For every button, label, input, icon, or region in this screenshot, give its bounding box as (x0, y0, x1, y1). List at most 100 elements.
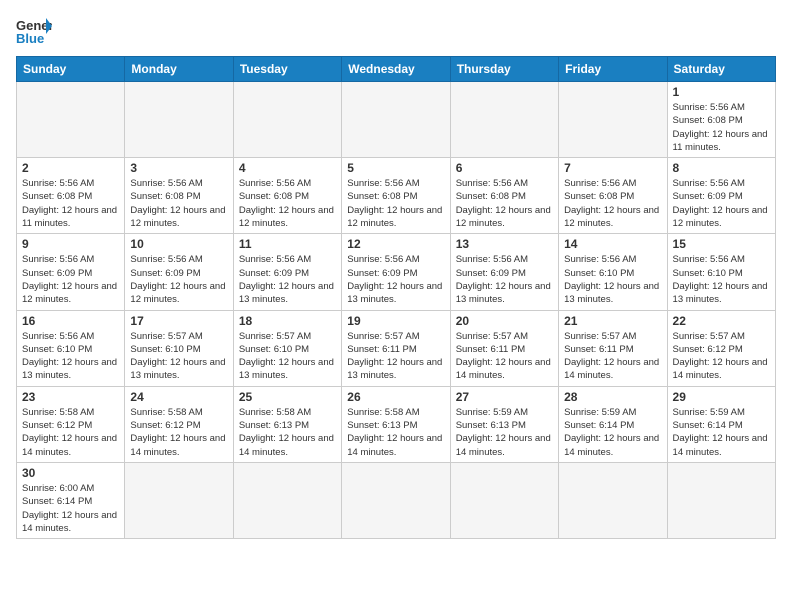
day-number: 5 (347, 161, 444, 175)
calendar-week-5: 23Sunrise: 5:58 AM Sunset: 6:12 PM Dayli… (17, 386, 776, 462)
calendar-day-cell: 14 Sunrise: 5:56 AM Sunset: 6:10 PM Dayli… (559, 234, 667, 310)
day-number: 28 (564, 390, 661, 404)
calendar-day-cell (17, 82, 125, 158)
calendar-day-cell (125, 82, 233, 158)
day-number: 7 (564, 161, 661, 175)
day-number: 25 (239, 390, 336, 404)
day-info: Sunrise: 5:56 AM Sunset: 6:08 PM Dayligh… (22, 177, 119, 230)
day-number: 6 (456, 161, 553, 175)
calendar-day-cell: 15Sunrise: 5:56 AM Sunset: 6:10 PM Dayli… (667, 234, 775, 310)
calendar-day-cell: 27 Sunrise: 5:59 AM Sunset: 6:13 PM Dayli… (450, 386, 558, 462)
day-number: 2 (22, 161, 119, 175)
calendar-day-cell: 10 Sunrise: 5:56 AM Sunset: 6:09 PM Dayli… (125, 234, 233, 310)
day-number: 26 (347, 390, 444, 404)
calendar-day-cell: 18Sunrise: 5:57 AM Sunset: 6:10 PM Dayli… (233, 310, 341, 386)
calendar-week-4: 16 Sunrise: 5:56 AM Sunset: 6:10 PM Dayli… (17, 310, 776, 386)
day-info: Sunrise: 5:58 AM Sunset: 6:13 PM Dayligh… (347, 406, 444, 459)
weekday-header-sunday: Sunday (17, 57, 125, 82)
calendar-day-cell: 20 Sunrise: 5:57 AM Sunset: 6:11 PM Dayli… (450, 310, 558, 386)
calendar-day-cell: 16 Sunrise: 5:56 AM Sunset: 6:10 PM Dayli… (17, 310, 125, 386)
calendar-day-cell (559, 82, 667, 158)
weekday-header-wednesday: Wednesday (342, 57, 450, 82)
day-info: Sunrise: 5:56 AM Sunset: 6:08 PM Dayligh… (564, 177, 661, 230)
calendar-day-cell: 29Sunrise: 5:59 AM Sunset: 6:14 PM Dayli… (667, 386, 775, 462)
day-number: 21 (564, 314, 661, 328)
calendar-day-cell: 2 Sunrise: 5:56 AM Sunset: 6:08 PM Daylig… (17, 158, 125, 234)
day-info: Sunrise: 5:56 AM Sunset: 6:10 PM Dayligh… (22, 330, 119, 383)
calendar-day-cell: 28Sunrise: 5:59 AM Sunset: 6:14 PM Dayli… (559, 386, 667, 462)
day-number: 3 (130, 161, 227, 175)
calendar-day-cell (450, 82, 558, 158)
day-number: 1 (673, 85, 770, 99)
calendar-week-6: 30Sunrise: 6:00 AM Sunset: 6:14 PM Dayli… (17, 462, 776, 538)
day-number: 19 (347, 314, 444, 328)
calendar-day-cell: 9Sunrise: 5:56 AM Sunset: 6:09 PM Daylig… (17, 234, 125, 310)
calendar-day-cell: 11 Sunrise: 5:56 AM Sunset: 6:09 PM Dayli… (233, 234, 341, 310)
calendar-day-cell: 19 Sunrise: 5:57 AM Sunset: 6:11 PM Dayli… (342, 310, 450, 386)
day-info: Sunrise: 5:56 AM Sunset: 6:09 PM Dayligh… (130, 253, 227, 306)
weekday-header-tuesday: Tuesday (233, 57, 341, 82)
day-info: Sunrise: 5:57 AM Sunset: 6:12 PM Dayligh… (673, 330, 770, 383)
day-info: Sunrise: 5:56 AM Sunset: 6:10 PM Dayligh… (564, 253, 661, 306)
day-info: Sunrise: 6:00 AM Sunset: 6:14 PM Dayligh… (22, 482, 119, 535)
day-number: 20 (456, 314, 553, 328)
day-number: 9 (22, 237, 119, 251)
day-number: 11 (239, 237, 336, 251)
calendar-day-cell: 17 Sunrise: 5:57 AM Sunset: 6:10 PM Dayli… (125, 310, 233, 386)
calendar-day-cell: 13Sunrise: 5:56 AM Sunset: 6:09 PM Dayli… (450, 234, 558, 310)
day-number: 24 (130, 390, 227, 404)
calendar-day-cell (450, 462, 558, 538)
weekday-header-monday: Monday (125, 57, 233, 82)
day-number: 17 (130, 314, 227, 328)
day-number: 14 (564, 237, 661, 251)
calendar-day-cell (342, 82, 450, 158)
calendar-day-cell (233, 82, 341, 158)
weekday-header-thursday: Thursday (450, 57, 558, 82)
calendar-day-cell: 5Sunrise: 5:56 AM Sunset: 6:08 PM Daylig… (342, 158, 450, 234)
calendar-day-cell: 7 Sunrise: 5:56 AM Sunset: 6:08 PM Daylig… (559, 158, 667, 234)
day-info: Sunrise: 5:56 AM Sunset: 6:08 PM Dayligh… (673, 101, 770, 154)
day-info: Sunrise: 5:56 AM Sunset: 6:08 PM Dayligh… (239, 177, 336, 230)
day-number: 12 (347, 237, 444, 251)
calendar-day-cell (559, 462, 667, 538)
day-number: 22 (673, 314, 770, 328)
page-header: General Blue (16, 16, 776, 46)
calendar-day-cell (125, 462, 233, 538)
calendar-table: SundayMondayTuesdayWednesdayThursdayFrid… (16, 56, 776, 539)
calendar-day-cell: 21 Sunrise: 5:57 AM Sunset: 6:11 PM Dayli… (559, 310, 667, 386)
calendar-day-cell: 22 Sunrise: 5:57 AM Sunset: 6:12 PM Dayli… (667, 310, 775, 386)
day-info: Sunrise: 5:57 AM Sunset: 6:11 PM Dayligh… (456, 330, 553, 383)
day-info: Sunrise: 5:56 AM Sunset: 6:09 PM Dayligh… (347, 253, 444, 306)
day-info: Sunrise: 5:56 AM Sunset: 6:10 PM Dayligh… (673, 253, 770, 306)
svg-text:Blue: Blue (16, 31, 44, 46)
day-number: 27 (456, 390, 553, 404)
day-info: Sunrise: 5:57 AM Sunset: 6:11 PM Dayligh… (347, 330, 444, 383)
calendar-day-cell: 25 Sunrise: 5:58 AM Sunset: 6:13 PM Dayli… (233, 386, 341, 462)
day-info: Sunrise: 5:57 AM Sunset: 6:11 PM Dayligh… (564, 330, 661, 383)
day-info: Sunrise: 5:58 AM Sunset: 6:13 PM Dayligh… (239, 406, 336, 459)
calendar-day-cell: 24 Sunrise: 5:58 AM Sunset: 6:12 PM Dayli… (125, 386, 233, 462)
calendar-day-cell: 12 Sunrise: 5:56 AM Sunset: 6:09 PM Dayli… (342, 234, 450, 310)
day-number: 10 (130, 237, 227, 251)
calendar-day-cell: 30Sunrise: 6:00 AM Sunset: 6:14 PM Dayli… (17, 462, 125, 538)
day-info: Sunrise: 5:59 AM Sunset: 6:13 PM Dayligh… (456, 406, 553, 459)
day-number: 4 (239, 161, 336, 175)
calendar-day-cell: 6Sunrise: 5:56 AM Sunset: 6:08 PM Daylig… (450, 158, 558, 234)
calendar-day-cell: 4 Sunrise: 5:56 AM Sunset: 6:08 PM Daylig… (233, 158, 341, 234)
calendar-day-cell: 3Sunrise: 5:56 AM Sunset: 6:08 PM Daylig… (125, 158, 233, 234)
logo: General Blue (16, 16, 52, 46)
day-number: 8 (673, 161, 770, 175)
day-info: Sunrise: 5:56 AM Sunset: 6:09 PM Dayligh… (456, 253, 553, 306)
day-number: 18 (239, 314, 336, 328)
day-info: Sunrise: 5:58 AM Sunset: 6:12 PM Dayligh… (130, 406, 227, 459)
day-number: 29 (673, 390, 770, 404)
day-info: Sunrise: 5:56 AM Sunset: 6:09 PM Dayligh… (239, 253, 336, 306)
calendar-day-cell: 26 Sunrise: 5:58 AM Sunset: 6:13 PM Dayli… (342, 386, 450, 462)
weekday-header-friday: Friday (559, 57, 667, 82)
calendar-week-3: 9 Sunrise: 5:56 AM Sunset: 6:09 PM Daylig… (17, 234, 776, 310)
day-number: 16 (22, 314, 119, 328)
calendar-day-cell (667, 462, 775, 538)
day-info: Sunrise: 5:57 AM Sunset: 6:10 PM Dayligh… (130, 330, 227, 383)
weekday-header-row: SundayMondayTuesdayWednesdayThursdayFrid… (17, 57, 776, 82)
calendar-day-cell: 23Sunrise: 5:58 AM Sunset: 6:12 PM Dayli… (17, 386, 125, 462)
